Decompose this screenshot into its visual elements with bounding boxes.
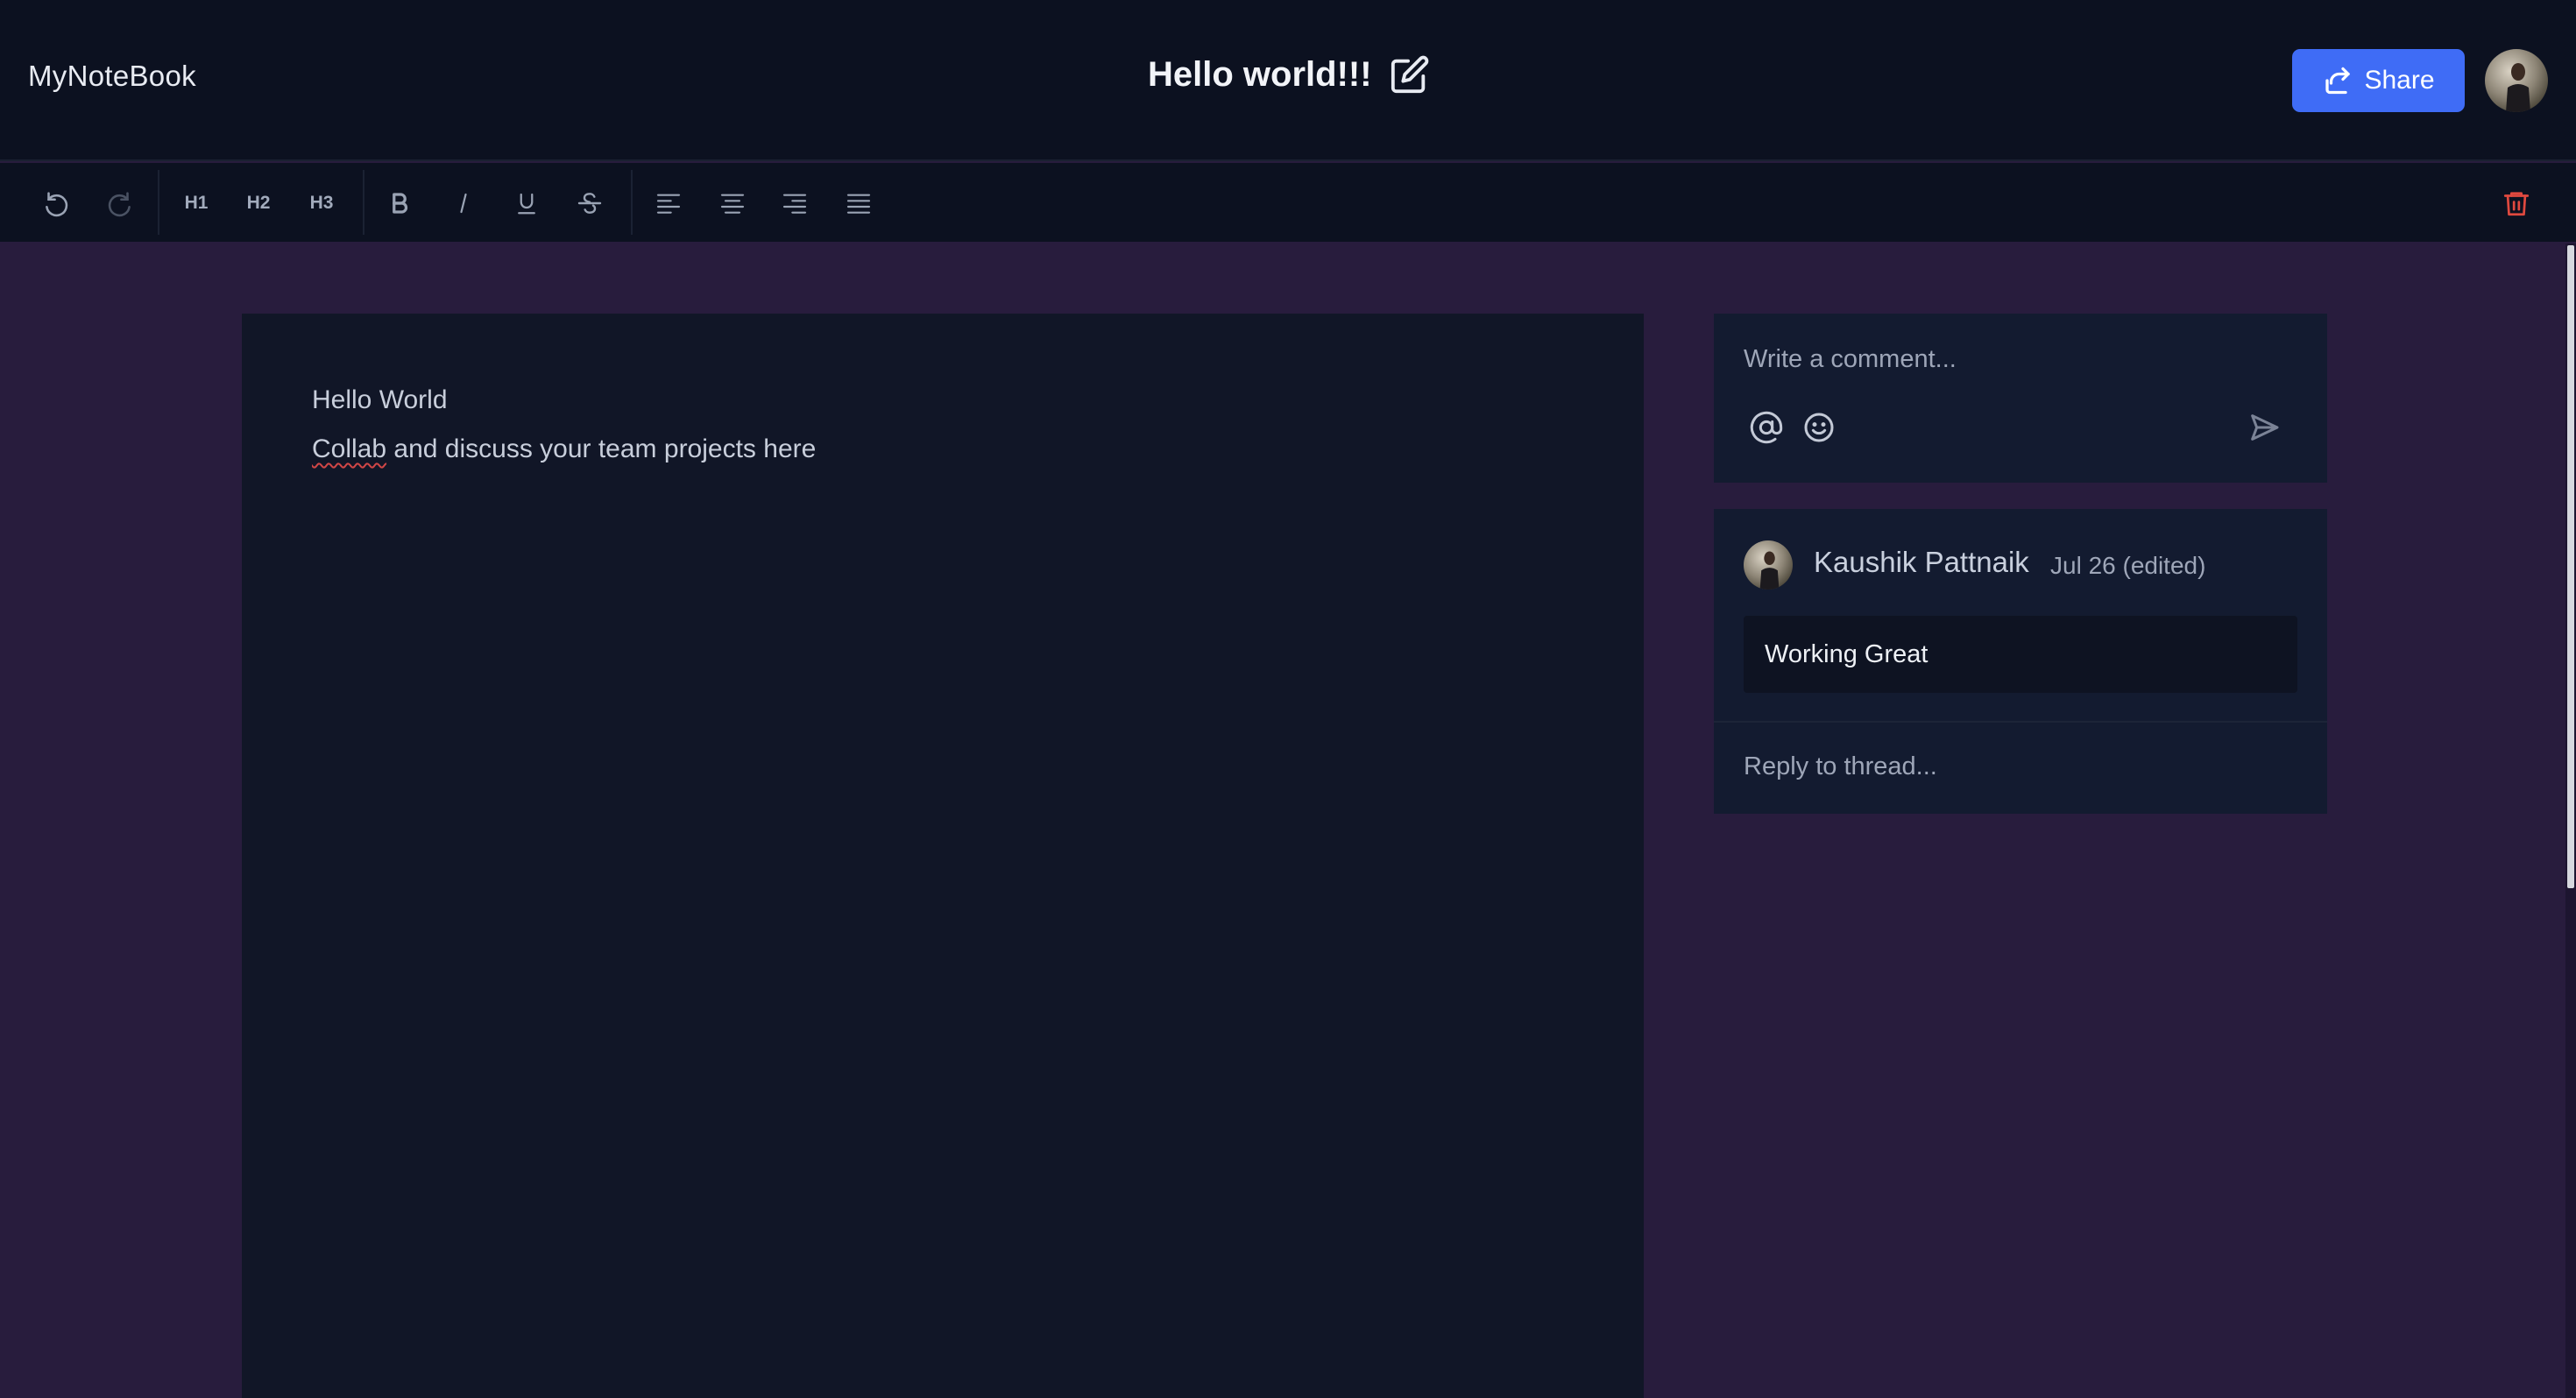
bold-icon <box>393 193 408 214</box>
toolbar-divider <box>631 170 633 235</box>
redo-icon <box>108 192 131 217</box>
undo-icon <box>46 192 68 217</box>
comment-message-text: Working Great <box>1765 639 1928 668</box>
align-center-icon <box>720 194 745 214</box>
misspelled-word[interactable]: Collab <box>312 434 386 463</box>
align-left-button[interactable] <box>644 179 693 228</box>
comment-author-avatar <box>1744 540 1793 590</box>
strikethrough-button[interactable] <box>565 179 614 228</box>
undo-button[interactable] <box>32 179 81 228</box>
underline-button[interactable] <box>502 179 551 228</box>
italic-icon <box>460 193 467 214</box>
edit-title-icon[interactable] <box>1390 54 1430 95</box>
comment-author: Kaushik Pattnaik <box>1814 546 2029 578</box>
mention-icon[interactable] <box>1749 410 1784 445</box>
comment-input[interactable]: Write a comment... <box>1744 345 1957 374</box>
comment-timestamp: Jul 26 (edited) <box>2050 552 2206 579</box>
send-icon[interactable] <box>2247 410 2282 445</box>
align-center-button[interactable] <box>708 179 757 228</box>
comment-message: Working Great <box>1744 616 2297 693</box>
bold-button[interactable] <box>375 179 424 228</box>
share-button[interactable]: Share <box>2292 49 2465 112</box>
editor-line[interactable]: Collab and discuss your team projects he… <box>312 434 816 464</box>
comment-thread: Kaushik Pattnaik Jul 26 (edited) Working… <box>1714 509 2327 814</box>
editor-line[interactable]: Hello World <box>312 385 448 415</box>
redo-button[interactable] <box>96 179 145 228</box>
toolbar-divider <box>363 170 364 235</box>
heading-3-button[interactable]: H3 <box>297 179 346 228</box>
italic-button[interactable] <box>439 179 488 228</box>
toolbar-divider <box>158 170 159 235</box>
align-left-icon <box>656 194 681 214</box>
heading-1-button[interactable]: H1 <box>172 179 221 228</box>
user-avatar[interactable] <box>2485 49 2548 112</box>
editor-line-text: and discuss your team projects here <box>386 434 817 463</box>
trash-icon <box>2503 192 2530 216</box>
document-title[interactable]: Hello world!!! <box>1148 55 1372 95</box>
document-title-area: Hello world!!! <box>1148 54 1430 95</box>
share-button-label: Share <box>2364 66 2435 95</box>
emoji-icon[interactable] <box>1801 410 1836 445</box>
formatting-toolbar: H1 H2 H3 <box>0 163 2576 242</box>
delete-note-button[interactable] <box>2492 179 2541 228</box>
brand-logo[interactable]: MyNoteBook <box>28 60 196 93</box>
align-justify-icon <box>846 194 871 214</box>
thread-divider <box>1714 721 2327 723</box>
align-justify-button[interactable] <box>834 179 883 228</box>
align-right-icon <box>782 194 807 214</box>
share-icon <box>2322 65 2353 96</box>
strikethrough-icon <box>577 193 602 214</box>
scrollbar-thumb[interactable] <box>2567 245 2574 888</box>
top-header: MyNoteBook Hello world!!! Share <box>0 0 2576 161</box>
comment-composer: Write a comment... <box>1714 314 2327 483</box>
reply-input[interactable]: Reply to thread... <box>1744 752 1937 781</box>
underline-icon <box>518 193 535 215</box>
align-right-button[interactable] <box>770 179 819 228</box>
note-editor[interactable]: Hello World Collab and discuss your team… <box>242 314 1644 1398</box>
heading-2-button[interactable]: H2 <box>234 179 283 228</box>
